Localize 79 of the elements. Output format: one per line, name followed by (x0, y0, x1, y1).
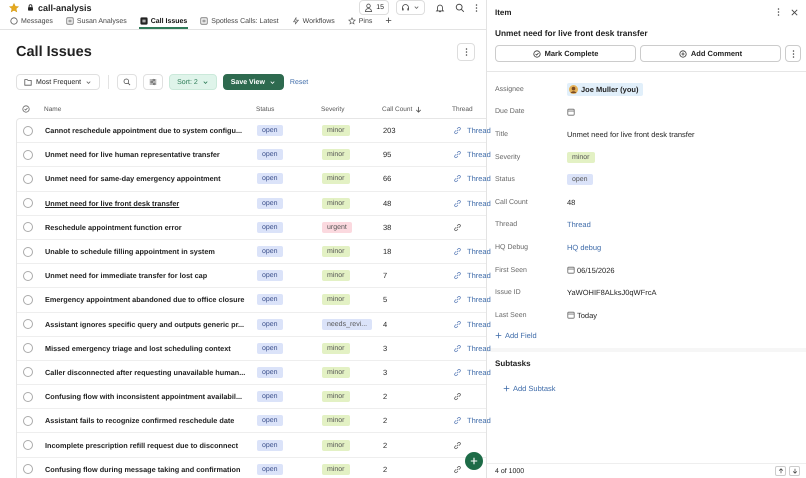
more-icon[interactable] (777, 7, 780, 17)
row-checkbox[interactable] (23, 270, 33, 281)
row-checkbox[interactable] (23, 319, 33, 330)
document-icon (140, 17, 148, 25)
lock-icon (27, 4, 34, 11)
row-checkbox[interactable] (23, 294, 33, 305)
row-checkbox[interactable] (23, 198, 33, 208)
calendar-icon[interactable] (567, 311, 575, 320)
link-icon[interactable] (453, 295, 462, 304)
calendar-icon[interactable] (567, 108, 575, 116)
document-icon (66, 17, 74, 25)
panel-heading: Item (495, 8, 512, 16)
previous-button[interactable] (775, 466, 786, 476)
link-icon[interactable] (453, 368, 462, 377)
row-checkbox[interactable] (23, 246, 33, 257)
link-icon[interactable] (453, 271, 462, 280)
page-title: Call Issues (16, 44, 92, 60)
link-icon[interactable] (453, 440, 462, 450)
link-icon[interactable] (453, 150, 462, 160)
link-icon[interactable] (453, 392, 462, 402)
more-icon (464, 47, 468, 57)
link-icon[interactable] (453, 416, 462, 426)
row-checkbox[interactable] (23, 222, 33, 232)
document-icon (200, 17, 208, 25)
link-icon[interactable] (453, 344, 462, 353)
caret-icon (202, 78, 209, 86)
row-checkbox[interactable] (23, 440, 33, 450)
row-checkbox[interactable] (23, 343, 33, 354)
caret-icon (413, 4, 420, 11)
link-icon[interactable] (453, 126, 462, 136)
sort-arrow-icon (415, 106, 422, 112)
add-tab-button[interactable]: + (384, 15, 393, 29)
lightning-icon (292, 17, 300, 25)
person-icon (364, 3, 374, 12)
search-button[interactable] (117, 74, 138, 90)
chat-bubble-icon (10, 17, 18, 25)
link-icon[interactable] (453, 247, 462, 256)
down-arrow-icon (792, 468, 798, 474)
headset-button[interactable] (396, 0, 425, 15)
check-circle-icon (532, 50, 541, 58)
item-title: Unmet need for live front desk transfer (494, 27, 649, 38)
close-icon[interactable] (790, 8, 799, 16)
link-icon[interactable] (453, 198, 462, 208)
plus-icon (503, 384, 510, 392)
star-icon[interactable] (9, 2, 19, 12)
caret-icon (268, 78, 276, 86)
row-checkbox[interactable] (23, 464, 33, 474)
row-checkbox[interactable] (23, 150, 33, 160)
calendar-icon[interactable] (567, 266, 575, 274)
star-icon (348, 17, 356, 25)
link-icon[interactable] (453, 222, 462, 232)
up-arrow-icon (778, 468, 784, 474)
row-checkbox[interactable] (23, 367, 33, 378)
caret-icon (85, 78, 92, 86)
channel-name: call-analysis (38, 2, 92, 12)
plus-icon (470, 457, 478, 465)
more-icon (792, 48, 794, 58)
search-icon (123, 78, 132, 86)
folder-icon (24, 78, 32, 86)
add-button[interactable] (465, 452, 483, 470)
plus-circle-icon (678, 50, 687, 58)
row-checkbox[interactable] (23, 392, 33, 402)
link-icon[interactable] (453, 464, 462, 474)
headset-icon (401, 3, 410, 12)
select-all-icon[interactable] (22, 105, 30, 113)
more-icon[interactable] (475, 2, 478, 12)
link-icon[interactable] (453, 174, 462, 184)
link-icon[interactable] (453, 320, 462, 329)
avatar-icon (569, 84, 578, 94)
row-checkbox[interactable] (23, 174, 33, 184)
sliders-icon (149, 78, 158, 86)
next-button[interactable] (789, 466, 800, 476)
row-checkbox[interactable] (23, 416, 33, 426)
search-icon[interactable] (455, 2, 465, 12)
subtasks-heading: Subtasks (495, 358, 532, 368)
filter-button[interactable] (143, 74, 164, 90)
plus-icon (495, 332, 502, 339)
row-checkbox[interactable] (23, 126, 33, 136)
bell-icon[interactable] (435, 2, 445, 12)
